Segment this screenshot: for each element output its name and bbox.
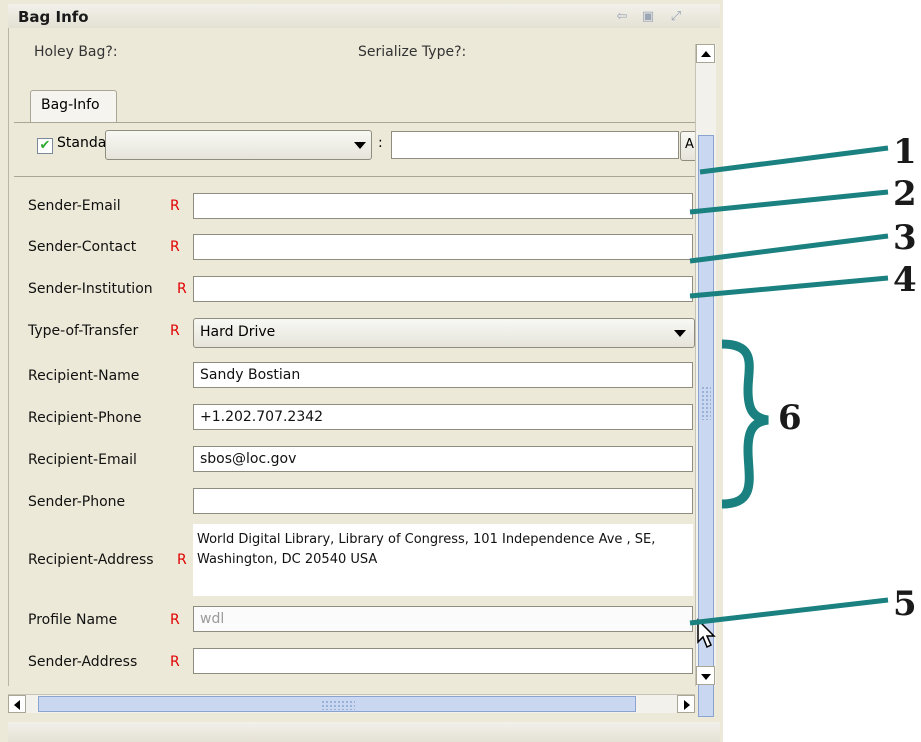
callout-line-5: [689, 597, 889, 626]
callout-line-3: [689, 233, 889, 264]
callout-5: 5: [893, 584, 917, 624]
callout-line-2: [689, 189, 889, 215]
callout-4: 4: [893, 260, 917, 300]
callout-line-4: [689, 275, 889, 299]
callout-1: 1: [893, 132, 917, 172]
callout-line-1: [699, 145, 889, 175]
callout-3: 3: [893, 218, 917, 258]
brace-6: [721, 339, 769, 509]
callout-2: 2: [893, 174, 917, 214]
callout-6: 6: [778, 398, 802, 438]
callout-lines: [689, 145, 889, 626]
